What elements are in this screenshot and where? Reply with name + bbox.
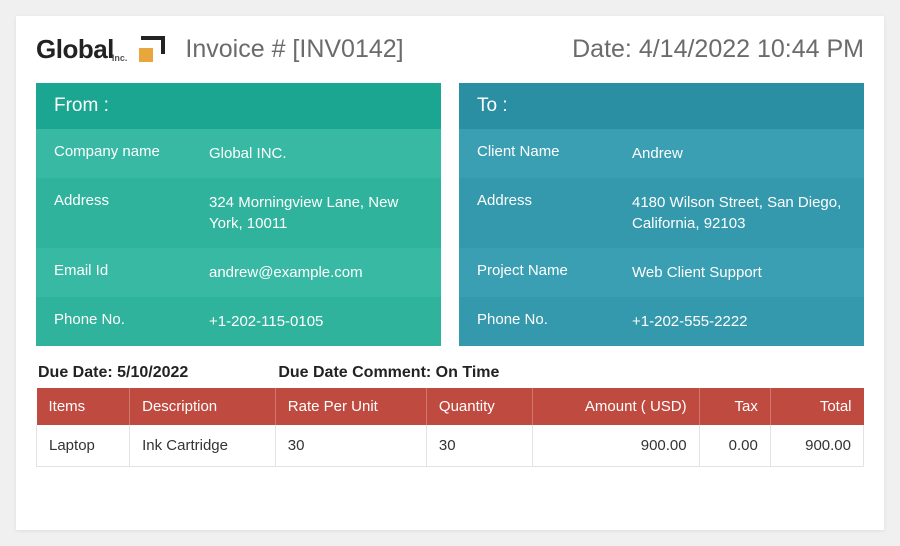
table-row: Laptop Ink Cartridge 30 30 900.00 0.00 9… (37, 425, 864, 467)
from-company-row: Company name Global INC. (36, 129, 441, 178)
col-amount: Amount ( USD) (533, 388, 699, 425)
col-rate: Rate Per Unit (275, 388, 426, 425)
logo-icon (137, 36, 165, 64)
from-phone-row: Phone No. +1-202-115-0105 (36, 297, 441, 346)
to-client-row: Client Name Andrew (459, 129, 864, 178)
col-items: Items (37, 388, 130, 425)
to-client-value: Andrew (614, 129, 864, 178)
cell-total: 900.00 (770, 425, 863, 467)
invoice-date: Date: 4/14/2022 10:44 PM (572, 35, 864, 64)
from-email-label: Email Id (36, 248, 191, 297)
from-title: From : (36, 83, 441, 129)
to-phone-label: Phone No. (459, 297, 614, 346)
due-comment-value: On Time (436, 364, 500, 381)
to-project-value: Web Client Support (614, 248, 864, 297)
due-line: Due Date: 5/10/2022 Due Date Comment: On… (36, 364, 864, 382)
items-table: Items Description Rate Per Unit Quantity… (36, 388, 864, 467)
to-project-label: Project Name (459, 248, 614, 297)
col-total: Total (770, 388, 863, 425)
cell-amount: 900.00 (533, 425, 699, 467)
from-email-value: andrew@example.com (191, 248, 441, 297)
from-email-row: Email Id andrew@example.com (36, 248, 441, 297)
due-date: Due Date: 5/10/2022 (38, 364, 188, 382)
cell-rate: 30 (275, 425, 426, 467)
company-logo: Global Inc. (36, 34, 165, 65)
to-address-value: 4180 Wilson Street, San Diego, Californi… (614, 178, 864, 248)
cell-description: Ink Cartridge (130, 425, 276, 467)
col-tax: Tax (699, 388, 770, 425)
invoice-header: Global Inc. Invoice # [INV0142] Date: 4/… (36, 34, 864, 65)
due-comment-label: Due Date Comment: (278, 364, 435, 381)
from-address-label: Address (36, 178, 191, 248)
cell-items: Laptop (37, 425, 130, 467)
invoice-number: Invoice # [INV0142] (185, 35, 403, 64)
from-phone-value: +1-202-115-0105 (191, 297, 441, 346)
logo-subtext: Inc. (112, 53, 128, 63)
from-address-row: Address 324 Morningview Lane, New York, … (36, 178, 441, 248)
due-date-label: Due Date: (38, 364, 117, 381)
to-project-row: Project Name Web Client Support (459, 248, 864, 297)
to-client-label: Client Name (459, 129, 614, 178)
parties-row: From : Company name Global INC. Address … (36, 83, 864, 346)
due-comment: Due Date Comment: On Time (188, 364, 862, 382)
cell-quantity: 30 (426, 425, 532, 467)
logo-text: Global (36, 34, 114, 65)
to-address-label: Address (459, 178, 614, 248)
to-title: To : (459, 83, 864, 129)
from-company-value: Global INC. (191, 129, 441, 178)
invoice-card: Global Inc. Invoice # [INV0142] Date: 4/… (16, 16, 884, 530)
to-phone-row: Phone No. +1-202-555-2222 (459, 297, 864, 346)
from-phone-label: Phone No. (36, 297, 191, 346)
to-box: To : Client Name Andrew Address 4180 Wil… (459, 83, 864, 346)
cell-tax: 0.00 (699, 425, 770, 467)
header-left: Global Inc. Invoice # [INV0142] (36, 34, 404, 65)
from-box: From : Company name Global INC. Address … (36, 83, 441, 346)
due-date-value: 5/10/2022 (117, 364, 188, 381)
col-description: Description (130, 388, 276, 425)
from-company-label: Company name (36, 129, 191, 178)
to-address-row: Address 4180 Wilson Street, San Diego, C… (459, 178, 864, 248)
items-header-row: Items Description Rate Per Unit Quantity… (37, 388, 864, 425)
to-phone-value: +1-202-555-2222 (614, 297, 864, 346)
from-address-value: 324 Morningview Lane, New York, 10011 (191, 178, 441, 248)
col-quantity: Quantity (426, 388, 532, 425)
